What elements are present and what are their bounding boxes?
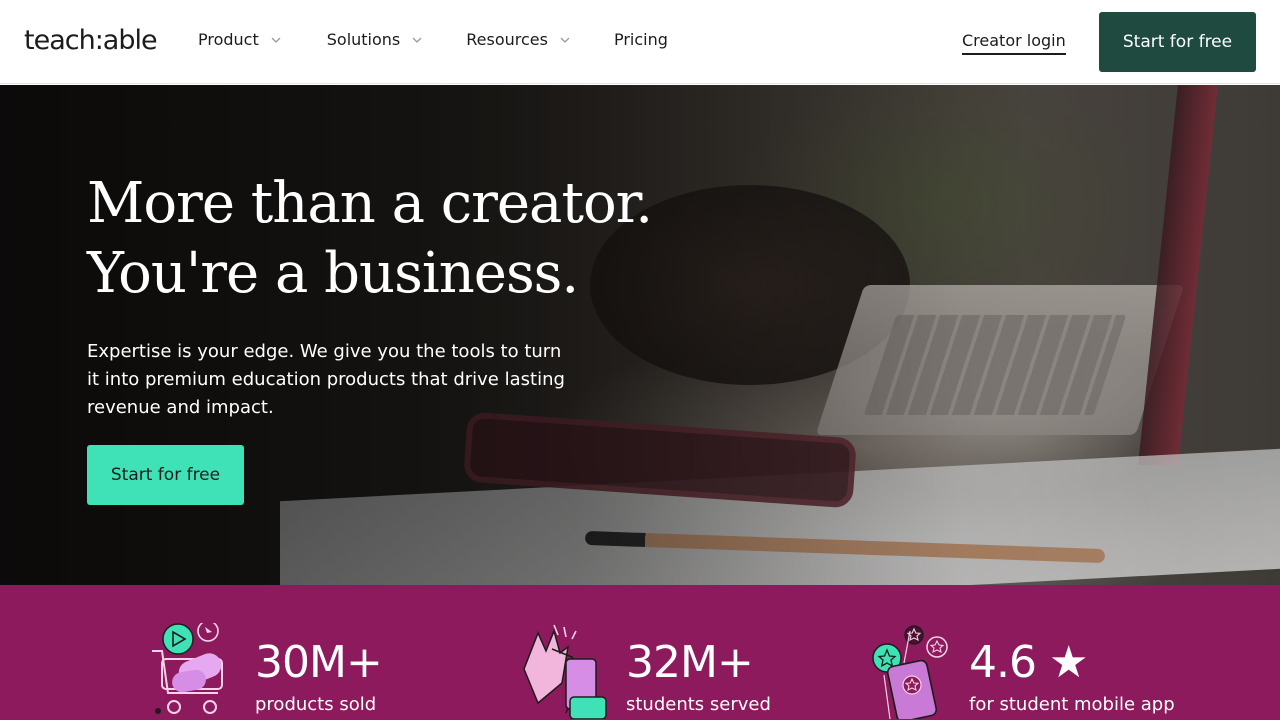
hero-overlay [0, 85, 1280, 585]
hero-title-line-1: More than a creator. [87, 171, 653, 236]
nav-item-product[interactable]: Product [198, 30, 283, 49]
stat-value: 4.6 ★ [969, 637, 1088, 688]
stat-label: for student mobile app [969, 694, 1175, 715]
creator-login-link[interactable]: Creator login [962, 31, 1066, 55]
phone-stars-icon [872, 625, 948, 719]
nav-item-pricing[interactable]: Pricing [614, 30, 668, 49]
stat-label: students served [626, 694, 771, 715]
nav-item-label: Pricing [613, 30, 668, 49]
shopping-cart-icon [152, 623, 223, 714]
chevron-down-icon [560, 37, 570, 43]
nav-item-solutions[interactable]: Solutions [327, 30, 425, 49]
teachable-logo[interactable]: teach:able [24, 25, 158, 56]
hero-title-line-2: You're a business. [87, 241, 579, 306]
site-header: teach:able Product Solutions Resources P… [0, 0, 1280, 84]
hero-title: More than a creator. You're a business. [87, 169, 653, 309]
stat-value: 30M+ [255, 637, 383, 688]
hero-subtitle: Expertise is your edge. We give you the … [87, 341, 565, 418]
stat-label: products sold [255, 694, 377, 715]
header-start-free-button[interactable]: Start for free [1099, 12, 1256, 72]
chevron-down-icon [271, 37, 281, 43]
hero-start-free-button[interactable]: Start for free [87, 445, 244, 505]
nav-item-label: Resources [466, 30, 548, 49]
hero-section: More than a creator. You're a business. … [0, 85, 1280, 585]
stats-band: 30M+ products sold 32M+ students served … [0, 585, 1280, 720]
main-nav: Product Solutions Resources Pricing [198, 30, 668, 49]
nav-item-resources[interactable]: Resources [466, 30, 572, 49]
nav-item-label: Solutions [326, 30, 401, 49]
chevron-down-icon [412, 37, 422, 43]
nav-item-label: Product [198, 30, 259, 49]
high-five-icon [523, 624, 607, 719]
stat-value: 32M+ [626, 637, 754, 688]
